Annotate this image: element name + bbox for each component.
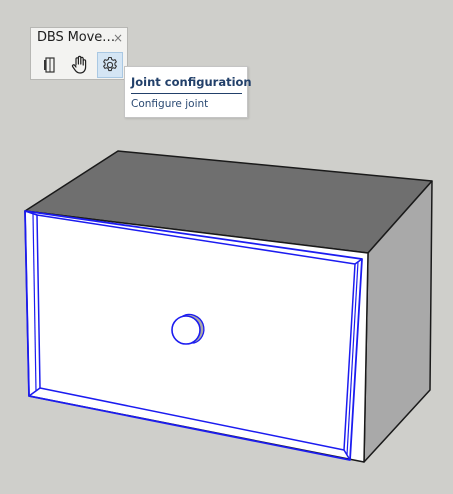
tooltip-title: Joint configuration <box>131 75 252 89</box>
tooltip-divider <box>131 93 242 94</box>
joint-configuration-tooltip: Joint configuration Configure joint <box>124 66 252 118</box>
gear-icon <box>103 56 117 72</box>
door-tool-button[interactable] <box>37 52 63 78</box>
toolbar-title: DBS Move… <box>37 30 116 45</box>
tooltip-description: Configure joint <box>131 98 209 110</box>
drawer-knob[interactable] <box>171 313 205 345</box>
close-icon[interactable]: × <box>112 28 124 48</box>
door-panel-icon <box>44 57 55 73</box>
joint-configuration-button[interactable] <box>97 52 123 78</box>
move-hand-tool-button[interactable] <box>66 52 92 78</box>
dbs-move-toolbar[interactable]: DBS Move… × <box>30 27 128 80</box>
hand-icon <box>71 55 87 74</box>
